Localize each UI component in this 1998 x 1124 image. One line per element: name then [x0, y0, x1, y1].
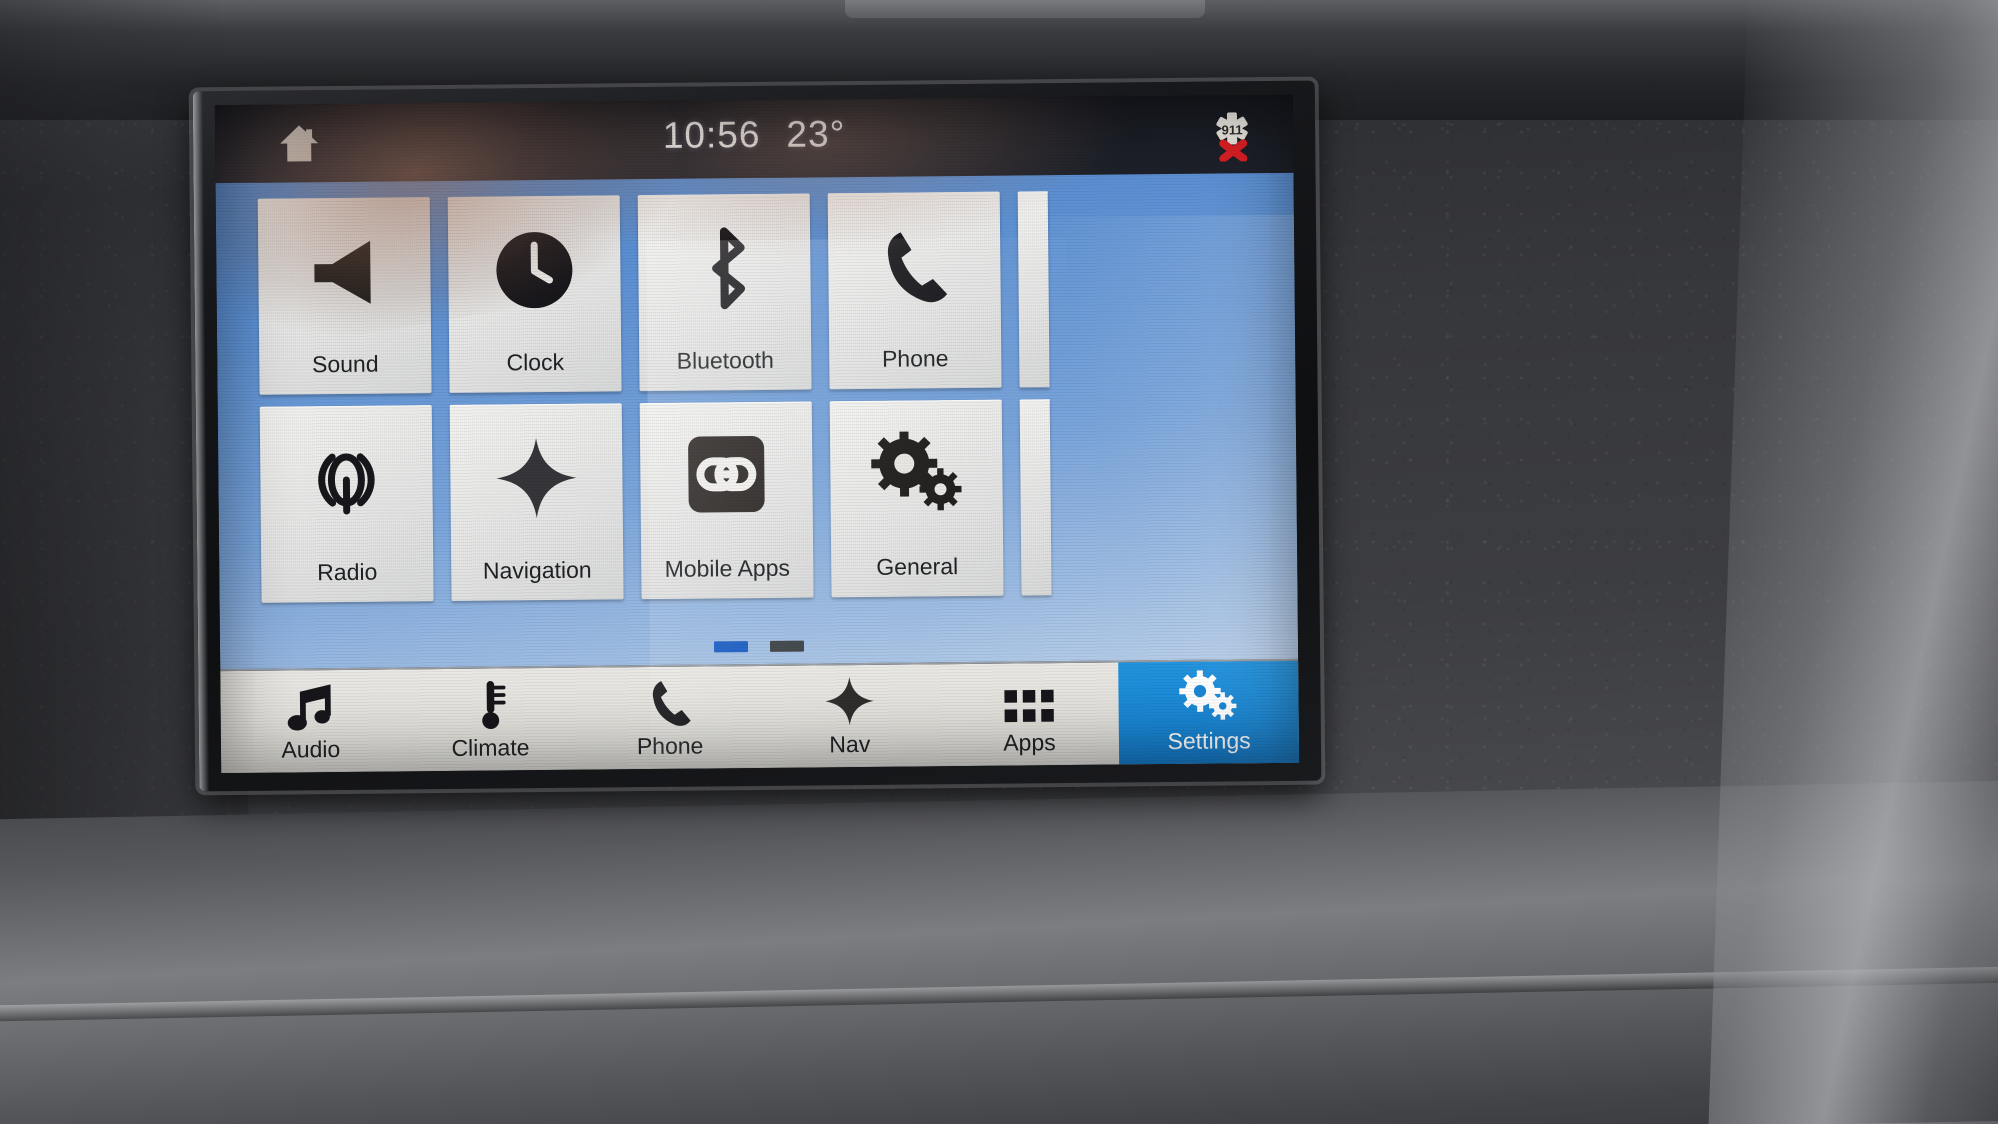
tile-label: General	[876, 553, 959, 580]
outside-temperature: 23°	[786, 113, 846, 155]
settings-tile-bluetooth[interactable]: Bluetooth	[637, 193, 812, 392]
nav-item-label: Audio	[281, 735, 341, 763]
settings-tile-general[interactable]: General	[829, 399, 1004, 598]
nav-item-label: Phone	[636, 732, 704, 759]
bluetooth-icon	[638, 219, 811, 317]
settings-tile-mobile-apps[interactable]: Mobile Apps	[639, 401, 814, 600]
settings-tile-sound[interactable]: Sound	[257, 197, 432, 395]
settings-panel: Sound Clock Bluetooth Phone Radio Naviga…	[215, 172, 1299, 670]
page-dot-inactive[interactable]	[769, 640, 805, 652]
settings-tile-phone[interactable]: Phone	[827, 191, 1002, 390]
compass-star-icon	[450, 429, 623, 527]
nav-item-label: Nav	[829, 730, 871, 757]
settings-tile-clock[interactable]: Clock	[447, 195, 622, 393]
phone-handset-icon	[828, 218, 1001, 316]
nav-item-settings[interactable]: Settings	[1118, 660, 1300, 765]
dashboard-notch	[845, 0, 1205, 18]
radio-broadcast-icon	[260, 431, 433, 529]
tile-label: Bluetooth	[676, 346, 774, 374]
page-dot-active[interactable]	[713, 641, 749, 653]
touchscreen[interactable]: 10:56 23° 911 Sound Clock Bluetooth Phon…	[214, 94, 1300, 774]
speaker-icon	[258, 223, 431, 321]
bottom-nav-bar: Audio Climate Phone Nav Apps Settings	[220, 658, 1300, 774]
tile-label: Radio	[317, 558, 378, 586]
settings-tile-grid: Sound Clock Bluetooth Phone Radio Naviga…	[257, 189, 1292, 603]
apps-grid-icon	[1002, 673, 1056, 726]
settings-tile-next-page-row2[interactable]	[1019, 399, 1052, 596]
nav-item-nav[interactable]: Nav	[759, 664, 940, 768]
clock-icon	[448, 221, 621, 319]
settings-tile-radio[interactable]: Radio	[259, 405, 434, 603]
settings-tile-navigation[interactable]: Navigation	[449, 403, 624, 601]
nav-item-audio[interactable]: Audio	[220, 669, 401, 773]
tile-label: Phone	[881, 345, 949, 372]
tile-label: Clock	[506, 348, 565, 376]
status-clock: 10:56 23°	[215, 109, 1293, 161]
911-assist-disabled-icon[interactable]: 911	[1209, 109, 1255, 163]
screen-bezel: 10:56 23° 911 Sound Clock Bluetooth Phon…	[192, 80, 1322, 792]
dashboard-lower-lip	[0, 779, 1998, 1124]
nav-item-label: Climate	[451, 733, 530, 761]
nav-item-phone[interactable]: Phone	[580, 666, 761, 770]
music-note-icon	[285, 680, 335, 732]
gears-icon	[830, 426, 1003, 524]
tile-label: Mobile Apps	[664, 554, 791, 582]
tile-label: Navigation	[482, 556, 592, 584]
settings-tile-next-page-row1[interactable]	[1017, 191, 1050, 388]
nav-item-label: Settings	[1167, 726, 1251, 754]
clock-time: 10:56	[662, 113, 761, 156]
chain-link-icon	[640, 427, 813, 525]
status-bar: 10:56 23° 911	[214, 94, 1294, 184]
gears-icon	[1176, 669, 1240, 724]
thermometer-icon	[474, 678, 506, 730]
nav-item-apps[interactable]: Apps	[939, 663, 1120, 767]
dashboard-photo: 10:56 23° 911 Sound Clock Bluetooth Phon…	[0, 0, 1998, 1124]
tile-label: Sound	[311, 350, 379, 378]
svg-text:911: 911	[1222, 122, 1243, 137]
compass-star-icon	[823, 674, 875, 726]
phone-handset-icon	[643, 676, 695, 728]
page-indicator	[220, 636, 1298, 657]
sync-ui-root: 10:56 23° 911 Sound Clock Bluetooth Phon…	[214, 94, 1300, 774]
dashboard-right-pillar	[1707, 0, 1998, 1124]
nav-item-label: Apps	[1003, 728, 1056, 756]
nav-item-climate[interactable]: Climate	[400, 668, 581, 772]
